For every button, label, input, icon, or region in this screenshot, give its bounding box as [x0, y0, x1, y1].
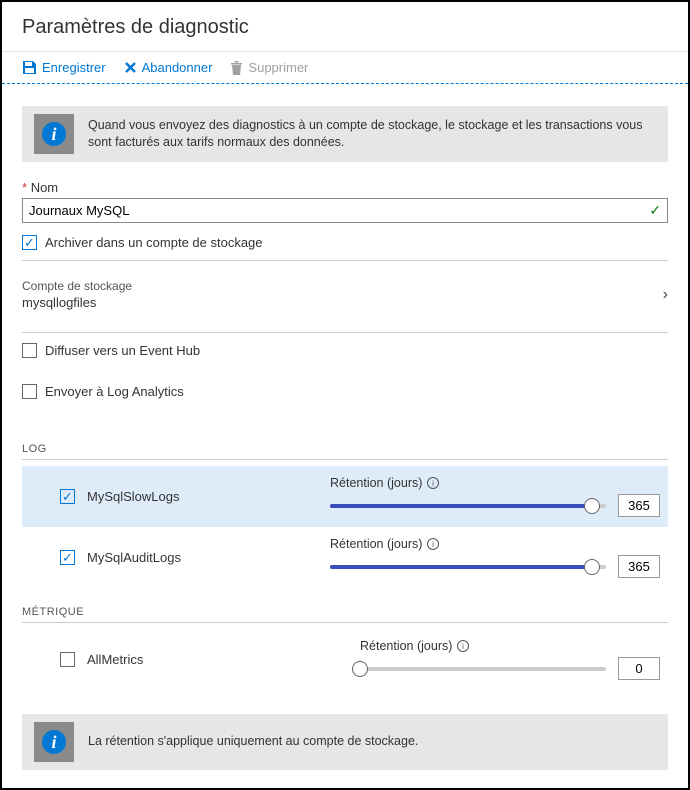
log-checkbox-mysqlslowlogs[interactable]: ✓	[60, 489, 75, 504]
info-banner: i Quand vous envoyez des diagnostics à u…	[22, 106, 668, 162]
storage-account-row[interactable]: Compte de stockage mysqllogfiles ›	[22, 271, 668, 322]
info-icon: i	[41, 729, 67, 755]
eventhub-label: Diffuser vers un Event Hub	[45, 343, 200, 358]
retention-input[interactable]	[618, 657, 660, 680]
valid-check-icon: ✓	[649, 202, 661, 219]
name-input-wrapper: ✓	[22, 198, 668, 223]
save-icon	[22, 60, 37, 75]
loganalytics-checkbox[interactable]	[22, 384, 37, 399]
retention-input[interactable]	[618, 555, 660, 578]
retention-input[interactable]	[618, 494, 660, 517]
delete-label: Supprimer	[248, 60, 308, 75]
info-icon: i	[41, 121, 67, 147]
log-row: ✓ MySqlSlowLogs Rétention (jours) i	[22, 466, 668, 527]
metric-name: AllMetrics	[87, 652, 143, 667]
svg-text:i: i	[51, 124, 56, 144]
metric-section-header: MÉTRIQUE	[22, 606, 668, 623]
save-button[interactable]: Enregistrer	[22, 60, 106, 75]
log-name: MySqlAuditLogs	[87, 550, 181, 565]
metric-checkbox-allmetrics[interactable]	[60, 652, 75, 667]
svg-text:i: i	[433, 540, 435, 549]
info-banner-text: Quand vous envoyez des diagnostics à un …	[88, 117, 656, 152]
footer-banner-text: La rétention s'applique uniquement au co…	[88, 733, 418, 751]
name-input[interactable]	[29, 203, 649, 218]
retention-label: Rétention (jours) i	[360, 639, 660, 653]
archive-checkbox[interactable]: ✓	[22, 235, 37, 250]
archive-label: Archiver dans un compte de stockage	[45, 235, 263, 250]
log-checkbox-mysqlauditlogs[interactable]: ✓	[60, 550, 75, 565]
trash-icon	[230, 61, 243, 75]
discard-button[interactable]: Abandonner	[124, 60, 213, 75]
storage-value: mysqllogfiles	[22, 295, 132, 310]
info-icon[interactable]: i	[427, 538, 439, 550]
log-row: ✓ MySqlAuditLogs Rétention (jours) i	[22, 527, 668, 588]
log-name: MySqlSlowLogs	[87, 489, 180, 504]
storage-label: Compte de stockage	[22, 279, 132, 293]
chevron-right-icon: ›	[663, 286, 668, 304]
log-section-header: LOG	[22, 443, 668, 460]
svg-text:i: i	[433, 479, 435, 488]
save-label: Enregistrer	[42, 60, 106, 75]
close-icon	[124, 61, 137, 74]
delete-button[interactable]: Supprimer	[230, 60, 308, 75]
eventhub-checkbox[interactable]	[22, 343, 37, 358]
svg-text:i: i	[51, 732, 56, 752]
toolbar: Enregistrer Abandonner Supprimer	[2, 51, 688, 84]
info-icon[interactable]: i	[427, 477, 439, 489]
metric-row: AllMetrics Rétention (jours) i	[22, 629, 668, 690]
retention-label: Rétention (jours) i	[330, 476, 660, 490]
discard-label: Abandonner	[142, 60, 213, 75]
svg-text:i: i	[463, 642, 465, 651]
retention-slider[interactable]	[360, 667, 606, 671]
info-icon[interactable]: i	[457, 640, 469, 652]
page-title: Paramètres de diagnostic	[22, 16, 668, 39]
retention-slider[interactable]	[330, 565, 606, 569]
loganalytics-label: Envoyer à Log Analytics	[45, 384, 184, 399]
footer-banner: i La rétention s'applique uniquement au …	[22, 714, 668, 770]
name-label: * Nom	[22, 180, 668, 195]
retention-slider[interactable]	[330, 504, 606, 508]
retention-label: Rétention (jours) i	[330, 537, 660, 551]
